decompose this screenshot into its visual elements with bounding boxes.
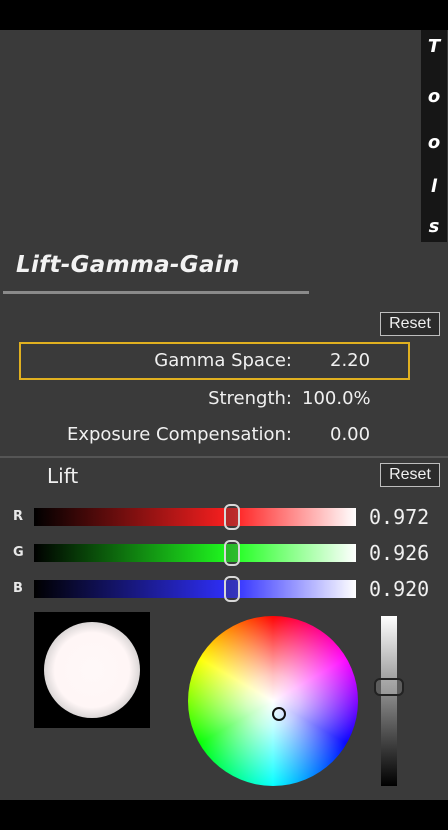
color-wheel-cursor[interactable] [271,707,286,722]
red-channel-label: R [13,509,24,524]
tools-letter: l [430,176,438,197]
red-value[interactable]: 0.972 [369,505,429,529]
section-reset-button[interactable]: Reset [380,312,440,336]
green-channel-label: G [13,545,24,560]
gamma-space-value[interactable]: 2.20 [330,345,370,377]
green-slider[interactable] [34,544,356,562]
strength-label: Strength: [208,388,292,409]
blue-channel-label: B [13,581,23,596]
lift-reset-button[interactable]: Reset [380,463,440,487]
green-slider-knob[interactable] [223,540,240,566]
lift-color-preview [34,612,150,728]
strength-row[interactable]: Strength: 100.0% [0,383,448,415]
exposure-compensation-value[interactable]: 0.00 [330,419,370,451]
lift-label: Lift [47,464,79,488]
lift-gamma-gain-panel: T o o l s Lift-Gamma-Gain Reset Gamma Sp… [0,30,448,800]
red-slider[interactable] [34,508,356,526]
color-wheel[interactable] [188,616,358,786]
exposure-compensation-label: Exposure Compensation: [66,424,292,445]
section-title: Lift-Gamma-Gain [16,252,240,278]
green-value[interactable]: 0.926 [369,541,429,565]
gamma-space-row[interactable]: Gamma Space: 2.20 [0,345,448,377]
blue-slider[interactable] [34,580,356,598]
title-underline [3,291,309,294]
blue-slider-knob[interactable] [223,576,240,602]
red-slider-knob[interactable] [223,504,240,530]
section-divider [0,456,448,458]
brightness-slider[interactable] [381,616,397,786]
tools-letter: o [427,86,441,107]
tools-tab[interactable]: T o o l s [421,30,447,242]
preview-disc [44,622,140,718]
brightness-slider-knob[interactable] [374,678,404,697]
strength-value[interactable]: 100.0% [302,383,371,415]
tools-letter: o [427,132,441,153]
gamma-space-label: Gamma Space: [154,350,292,371]
blue-value[interactable]: 0.920 [369,577,429,601]
tools-letter: T [427,36,441,57]
tools-letter: s [428,216,440,237]
exposure-compensation-row[interactable]: Exposure Compensation: 0.00 [0,419,448,451]
